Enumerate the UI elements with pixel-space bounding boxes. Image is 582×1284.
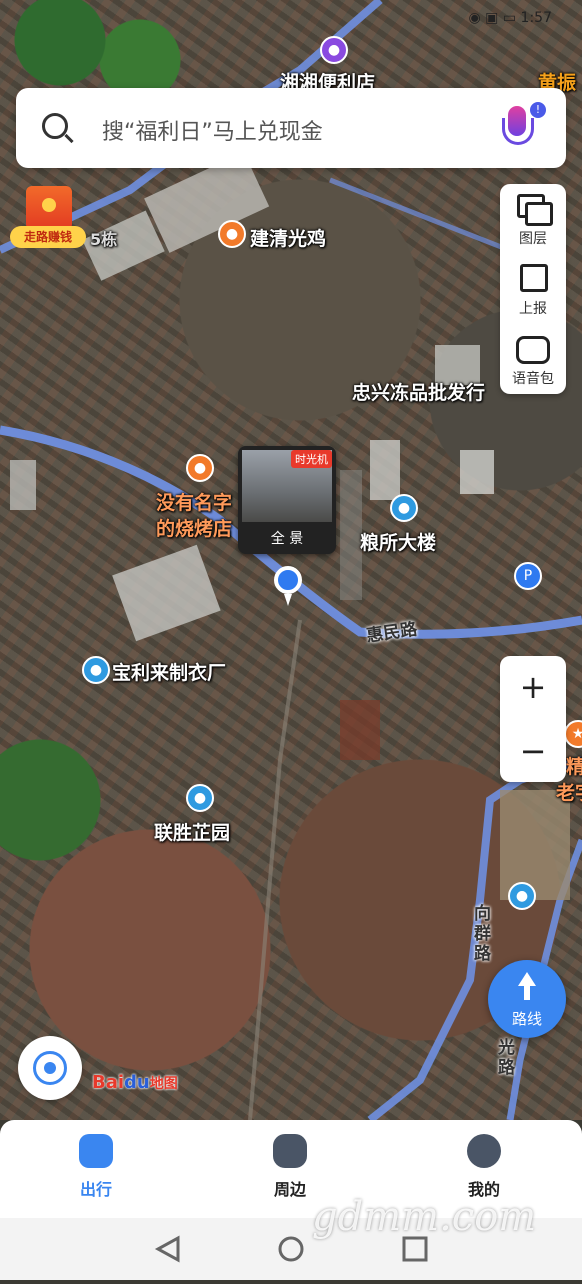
walk-earn-promo[interactable]: 走路赚钱	[10, 186, 86, 250]
promo-label: 走路赚钱	[10, 226, 86, 248]
zoom-out-button[interactable]: −	[500, 720, 566, 782]
layers-icon	[517, 194, 553, 226]
search-bar[interactable]: 搜“福利日”马上兑现金 !	[16, 88, 566, 168]
tab-mine[interactable]: 我的	[424, 1134, 544, 1200]
road-label-xiangqun: 向群路	[474, 904, 491, 964]
status-bar: ◉ ▣ ▭ 1:57	[0, 0, 582, 40]
voice-search-button[interactable]: !	[502, 102, 546, 150]
travel-icon	[79, 1134, 113, 1168]
building-label: 5栋	[90, 230, 118, 249]
road-label-guang: 光路	[498, 1038, 515, 1078]
voice-pack-button[interactable]: 语音包	[500, 324, 566, 394]
red-envelope-icon	[26, 186, 72, 230]
satellite-map[interactable]: 湘湘便利店 ● 黄振 5栋 ● 建清光鸡 忠兴冻品批发行 ● 没有名字 的烧烤店…	[0, 0, 582, 1120]
voice-pack-icon	[516, 336, 550, 364]
poi-label-grain[interactable]: 粮所大楼	[360, 528, 436, 555]
building-icon[interactable]: ●	[390, 494, 418, 522]
report-edit-icon	[520, 264, 548, 292]
layers-label: 图层	[519, 231, 547, 247]
poi-label-frozen[interactable]: 忠兴冻品批发行	[352, 378, 485, 405]
location-pin-icon[interactable]	[274, 566, 302, 606]
poi-label-edge-2[interactable]: 精	[566, 752, 582, 779]
profile-icon	[467, 1134, 501, 1168]
voice-pack-label: 语音包	[512, 371, 554, 387]
factory-icon[interactable]: ●	[82, 656, 110, 684]
parking-icon[interactable]: P	[514, 562, 542, 590]
battery-icon: ▭	[502, 10, 517, 26]
tab-nearby[interactable]: 周边	[230, 1134, 350, 1200]
zoom-control: + −	[500, 656, 566, 782]
route-label: 路线	[511, 1010, 542, 1028]
poi-label-bbq-1[interactable]: 没有名字	[156, 488, 232, 515]
search-placeholder[interactable]: 搜“福利日”马上兑现金	[102, 114, 323, 146]
search-icon	[42, 113, 68, 139]
notification-badge: !	[530, 102, 546, 118]
layers-button[interactable]: 图层	[500, 184, 566, 254]
report-label: 上报	[519, 301, 547, 317]
food-icon[interactable]: ●	[218, 220, 246, 248]
locate-me-button[interactable]	[18, 1036, 82, 1100]
status-icons: ◉ ▣ ▭ 1:57	[469, 10, 553, 26]
tab-travel-label: 出行	[79, 1180, 112, 1199]
nfc-icon: ▣	[485, 10, 499, 26]
restroom-icon[interactable]: ●	[508, 882, 536, 910]
poi-label-garment[interactable]: 宝利来制衣厂	[112, 658, 226, 685]
shopping-icon[interactable]: ●	[320, 36, 348, 64]
restaurant-icon[interactable]: ●	[186, 454, 214, 482]
panorama-label: 全 景	[270, 531, 304, 547]
recents-icon	[402, 1236, 428, 1262]
route-button[interactable]: 路线	[488, 960, 566, 1038]
compass-icon	[273, 1134, 307, 1168]
residence-icon[interactable]: ●	[186, 784, 214, 812]
eye-icon: ◉	[468, 10, 481, 26]
home-icon	[278, 1236, 304, 1262]
clock: 1:57	[520, 10, 552, 26]
watermark: gdmm.com	[312, 1194, 537, 1240]
poi-label-chicken[interactable]: 建清光鸡	[250, 224, 326, 251]
map-tools-panel: 图层 上报 语音包	[500, 184, 566, 394]
poi-label-bbq-2[interactable]: 的烧烤店	[156, 514, 232, 541]
panorama-preview[interactable]: 时光机 全 景	[238, 446, 336, 554]
zoom-in-button[interactable]: +	[500, 656, 566, 718]
baidu-map-logo: Baidu地图	[92, 1072, 178, 1093]
time-machine-badge: 时光机	[291, 450, 332, 468]
poi-label-garden[interactable]: 联胜芷园	[154, 818, 230, 845]
tab-travel[interactable]: 出行	[36, 1134, 156, 1200]
back-icon	[154, 1235, 180, 1263]
report-button[interactable]: 上报	[500, 254, 566, 324]
poi-label-edge-3[interactable]: 老字	[556, 778, 582, 805]
